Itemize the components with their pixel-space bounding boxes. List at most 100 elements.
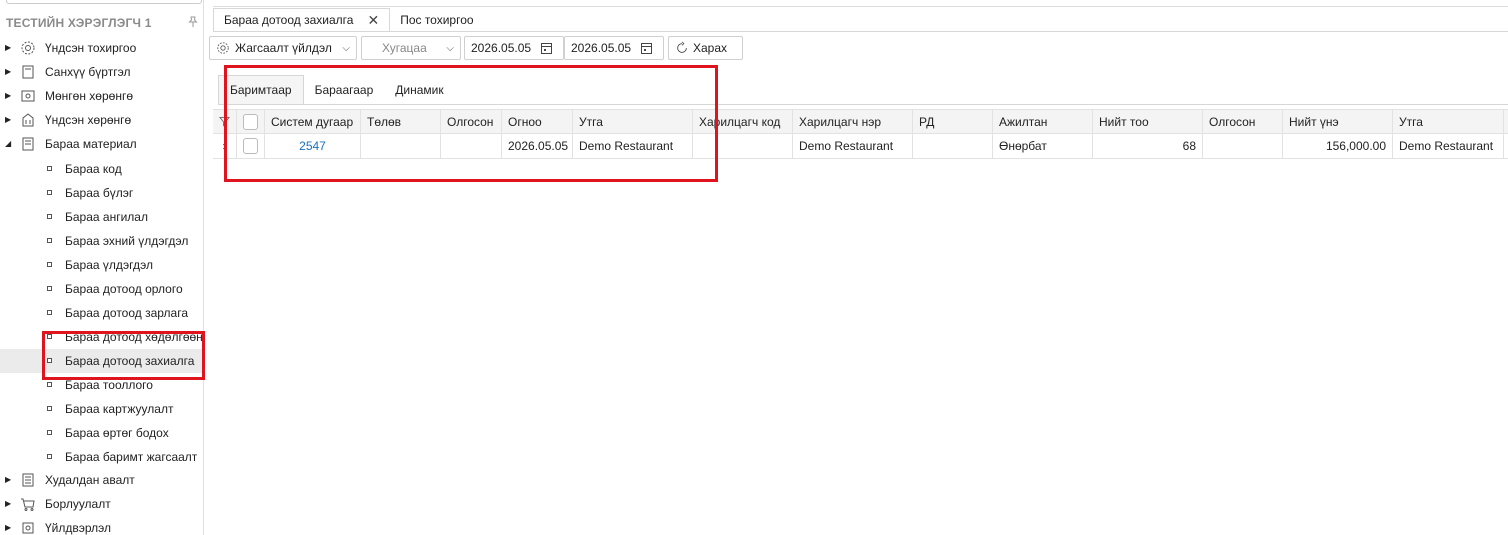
sidebar-subitem-label: Бараа код [65,162,122,176]
sidebar-subitem[interactable]: Бараа эхний үлдэгдэл [0,229,203,253]
sidebar-subitem-label: Бараа баримт жагсаалт [65,450,198,464]
sidebar-item-label: Үйлдвэрлэл [45,521,112,535]
expand-arrow-icon[interactable]: ▶ [5,499,13,509]
sidebar-item-production[interactable]: ▶ Үйлдвэрлэл [0,516,203,535]
expand-arrow-icon[interactable]: ▶ [5,523,13,533]
sidebar-item-fixed-assets[interactable]: ▶ Үндсэн хөрөнгө [0,108,203,132]
sidebar-item-label: Үндсэн тохиргоо [45,41,137,55]
sidebar-header: ТЕСТИЙН ХЭРЭГЛЭГЧ 1 [6,15,200,31]
column-header[interactable]: Харилцагч нэр [793,110,913,134]
column-header[interactable]: Нийт үнэ [1283,110,1393,134]
sidebar-subitem[interactable]: Бараа үлдэгдэл [0,253,203,277]
tab-label: Пос тохиргоо [400,13,474,27]
column-header[interactable]: Олгосон [1203,110,1283,134]
bullet-icon [47,190,52,195]
sidebar-item-settings[interactable]: ▶ Үндсэн тохиргоо [0,36,203,60]
money-icon [20,88,36,104]
divider [213,31,1508,32]
building-icon [20,112,36,128]
column-header[interactable]: РД [913,110,993,134]
refresh-icon [675,41,689,55]
sidebar-item-label: Санхүү бүртгэл [45,65,131,79]
chevron-down-icon: ⌵ [342,42,350,54]
date-from-input[interactable]: 2026.05.05 [464,36,564,60]
sidebar-item-cash[interactable]: ▶ Мөнгөн хөрөнгө [0,84,203,108]
expand-arrow-icon[interactable]: ▶ [5,91,13,101]
tab-label: Бараа дотоод захиалга [224,13,354,27]
expand-arrow-icon[interactable]: ▶ [5,115,13,125]
sidebar-subitem-label: Бараа ангилал [65,210,148,224]
sidebar-subitem-label: Бараа картжуулалт [65,402,174,416]
sidebar-subitem[interactable]: Бараа картжуулалт [0,397,203,421]
column-header[interactable]: Утга [1393,110,1504,134]
date-to-value: 2026.05.05 [571,41,632,55]
table-cell [913,134,993,158]
close-icon[interactable]: ✕ [367,12,379,29]
table-cell: Demo Restaurant [1393,134,1504,158]
sidebar-subitem[interactable]: Бараа код [0,157,203,181]
collapse-arrow-icon[interactable]: ◢ [5,139,13,149]
sidebar-subitem[interactable]: Бараа дотоод орлого [0,277,203,301]
view-button[interactable]: Харах [668,36,743,60]
sidebar-item-inventory[interactable]: ◢ Бараа материал [0,132,203,156]
sidebar-subitem[interactable]: Бараа ангилал [0,205,203,229]
sidebar-item-label: Мөнгөн хөрөнгө [45,89,134,103]
sidebar-subitem-label: Бараа дотоод зарлага [65,306,188,320]
period-select[interactable]: Хугацаа ⌵ [361,36,461,60]
expand-arrow-icon[interactable]: ▶ [5,475,13,485]
bullet-icon [47,214,52,219]
sidebar-item-finance[interactable]: ▶ Санхүү бүртгэл [0,60,203,84]
bullet-icon [47,454,52,459]
calendar-icon[interactable] [641,42,653,54]
sidebar-subitem[interactable]: Бараа баримт жагсаалт [0,445,203,469]
tab-pos-settings[interactable]: Пос тохиргоо [390,8,483,32]
top-strip [213,0,1508,7]
sidebar-subitem[interactable]: Бараа өртөг бодох [0,421,203,445]
column-header[interactable]: Нийт тоо [1093,110,1203,134]
bullet-icon [47,406,52,411]
date-from-value: 2026.05.05 [471,41,532,55]
highlight-box [42,331,205,380]
sidebar-subitem-label: Бараа дотоод орлого [65,282,183,296]
view-button-label: Харах [693,41,728,55]
document-tabs: Бараа дотоод захиалга ✕ Пос тохиргоо [213,8,484,32]
sidebar-item-label: Бараа материал [45,137,137,151]
bullet-icon [47,430,52,435]
table-cell: 156,000.00 [1283,134,1393,158]
column-header[interactable]: Ажилтан [993,110,1093,134]
sidebar-search-input[interactable] [6,0,202,4]
tab-internal-order[interactable]: Бараа дотоод захиалга ✕ [213,8,391,32]
expand-arrow-icon[interactable]: ▶ [5,67,13,77]
highlight-box [224,65,718,182]
sidebar-item-label: Худалдан авалт [45,473,135,487]
list-icon [20,472,36,488]
sidebar-item-sales[interactable]: ▶ Борлуулалт [0,492,203,516]
cart-icon [20,496,36,512]
list-action-dropdown[interactable]: Жагсаалт үйлдэл ⌵ [209,36,357,60]
sidebar: ТЕСТИЙН ХЭРЭГЛЭГЧ 1 ▶ Үндсэн тохиргоо ▶ … [0,0,204,535]
sidebar-item-label: Борлуулалт [45,497,111,511]
factory-icon [20,520,36,535]
chevron-down-icon: ⌵ [446,42,454,54]
pin-icon[interactable] [186,16,200,30]
sidebar-subitem-label: Бараа өртөг бодох [65,426,169,440]
sidebar-title: ТЕСТИЙН ХЭРЭГЛЭГЧ 1 [6,16,152,30]
sidebar-item-purchasing[interactable]: ▶ Худалдан авалт [0,468,203,492]
document-icon [20,136,36,152]
ledger-icon [20,64,36,80]
sidebar-subitem-label: Бараа үлдэгдэл [65,258,154,272]
table-cell [1203,134,1283,158]
sidebar-subitem-label: Бараа бүлэг [65,186,134,200]
sidebar-subitem-label: Бараа эхний үлдэгдэл [65,234,189,248]
period-placeholder: Хугацаа [382,41,427,55]
table-cell: Demo Restaurant [793,134,913,158]
date-to-input[interactable]: 2026.05.05 [564,36,664,60]
calendar-icon[interactable] [541,42,553,54]
bullet-icon [47,382,52,387]
sidebar-subitem[interactable]: Бараа бүлэг [0,181,203,205]
list-action-label: Жагсаалт үйлдэл [235,41,332,55]
sidebar-subitem[interactable]: Бараа дотоод зарлага [0,301,203,325]
sidebar-subitem-label: Бараа тооллого [65,378,153,392]
table-cell: Өнөрбат [993,134,1093,158]
expand-arrow-icon[interactable]: ▶ [5,43,13,53]
